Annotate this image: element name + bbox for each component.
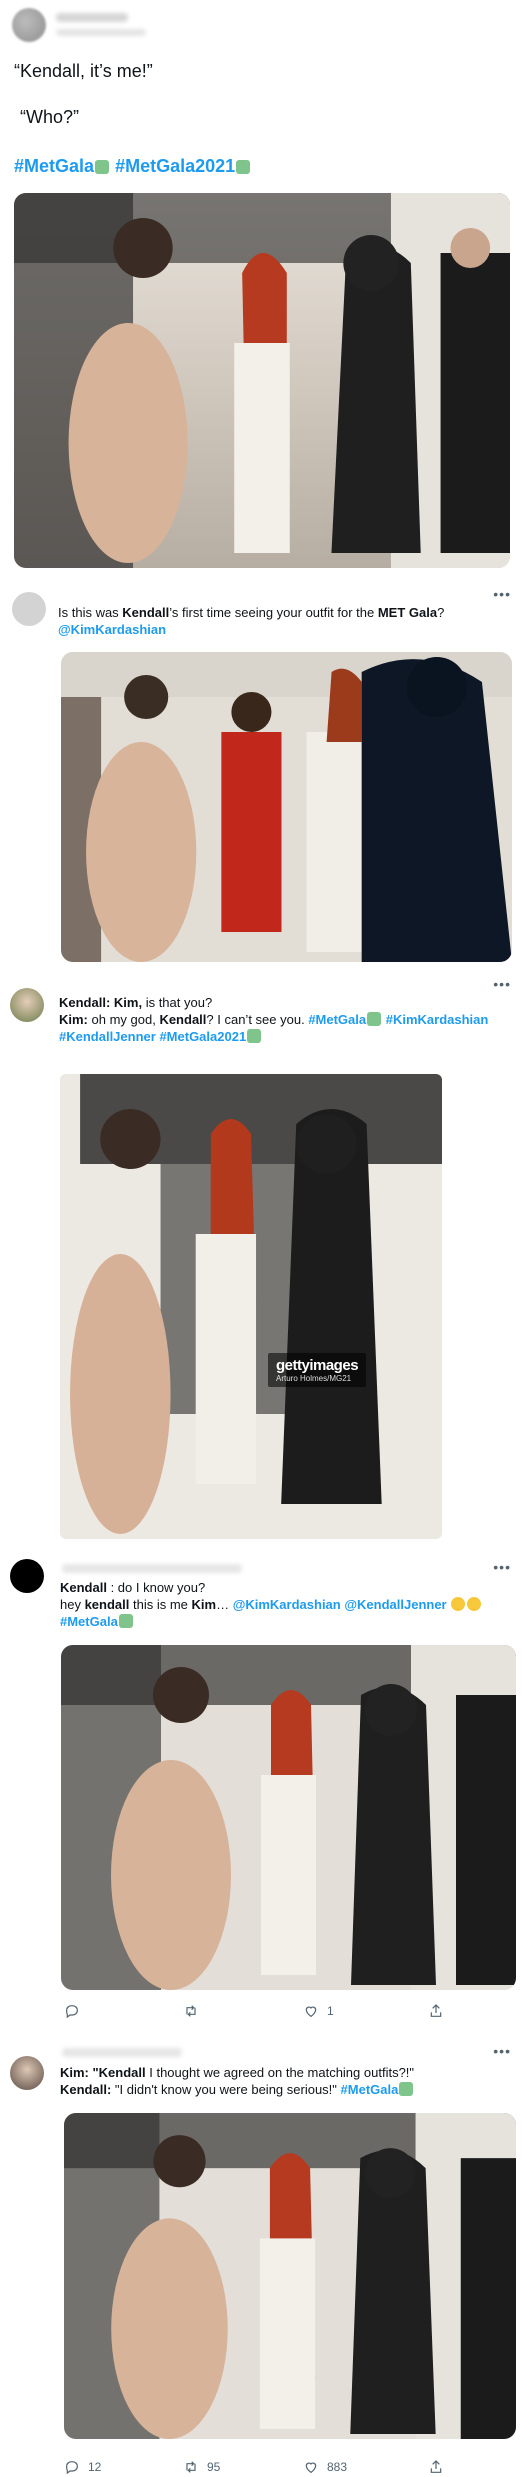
- tweet-line-2: “Who?”: [20, 107, 80, 127]
- retweet-button[interactable]: 95: [183, 2459, 220, 2475]
- met-gala-photo: [64, 2113, 516, 2439]
- tweet-line-1: “Kendall, it’s me!”: [14, 61, 153, 81]
- author-name-blurred[interactable]: [62, 1564, 242, 1573]
- laughing-emoji-icon: [467, 1597, 482, 1611]
- share-icon: [430, 2460, 442, 2473]
- tweet-photo[interactable]: [61, 652, 512, 962]
- money-emoji-icon: [118, 1614, 133, 1628]
- reply-icon: [66, 2005, 78, 2019]
- tweet-text: Kendall: Kim, is that you? Kim: oh my go…: [59, 995, 489, 1044]
- tweet-photo[interactable]: [14, 193, 510, 568]
- tweet-actions: 1: [0, 2003, 525, 2027]
- money-emoji-icon: [399, 2082, 414, 2096]
- tweet-card-3: ••• Kendall: Kim, is that you? Kim: oh m…: [0, 972, 525, 1547]
- like-icon: [305, 2006, 317, 2018]
- hashtag-metgala[interactable]: #MetGala: [308, 1012, 366, 1027]
- like-button[interactable]: 883: [303, 2459, 347, 2475]
- more-icon[interactable]: •••: [493, 2043, 511, 2059]
- more-icon[interactable]: •••: [493, 1559, 511, 1575]
- like-icon: [305, 2462, 317, 2474]
- hashtag-metgala[interactable]: #MetGala: [14, 156, 94, 176]
- tweet-card-2: ••• Is this was Kendall’s first time see…: [0, 582, 525, 972]
- share-button[interactable]: [428, 2003, 444, 2019]
- avatar[interactable]: [10, 988, 44, 1022]
- met-gala-photo: [14, 193, 510, 568]
- met-gala-photo: [61, 1645, 516, 1990]
- reply-button[interactable]: 12: [64, 2459, 101, 2475]
- money-emoji-icon: [236, 160, 251, 174]
- reply-button[interactable]: [64, 2003, 88, 2019]
- tweet-card-5: ••• Kim: "Kendall I thought we agreed on…: [0, 2031, 525, 2477]
- more-icon[interactable]: •••: [493, 976, 511, 992]
- like-button[interactable]: 1: [303, 2003, 334, 2019]
- avatar[interactable]: [10, 1559, 44, 1593]
- tweet-hashtags: #MetGala #MetGala2021: [14, 155, 251, 177]
- hashtag-kimkardashian[interactable]: #KimKardashian: [386, 1012, 489, 1027]
- tweet-actions: 12 95 883: [0, 2459, 525, 2477]
- avatar[interactable]: [12, 592, 46, 626]
- met-gala-photo: [60, 1074, 442, 1539]
- tweet-photo[interactable]: [64, 2113, 516, 2439]
- share-button[interactable]: [428, 2459, 444, 2475]
- money-emoji-icon: [247, 1029, 262, 1043]
- hashtag-metgala2021[interactable]: #MetGala2021: [159, 1029, 246, 1044]
- avatar[interactable]: [12, 8, 46, 42]
- mention-kimkardashian[interactable]: @KimKardashian: [58, 622, 166, 637]
- share-icon: [430, 2004, 442, 2017]
- author-name-blurred[interactable]: [56, 13, 128, 22]
- author-name-blurred[interactable]: [62, 2048, 182, 2057]
- more-icon[interactable]: •••: [493, 586, 511, 602]
- hashtag-metgala[interactable]: #MetGala: [60, 1614, 118, 1629]
- money-emoji-icon: [367, 1012, 382, 1026]
- laughing-emoji-icon: [451, 1597, 466, 1611]
- tweet-text: Kim: "Kendall I thought we agreed on the…: [60, 2065, 415, 2097]
- hashtag-metgala[interactable]: #MetGala: [341, 2082, 399, 2097]
- money-emoji-icon: [95, 160, 110, 174]
- tweet-text: Kendall : do I know you? hey kendall thi…: [60, 1579, 520, 1630]
- met-gala-photo: [61, 652, 512, 962]
- tweet-photo[interactable]: gettyimages Arturo Holmes/MG21: [60, 1074, 442, 1539]
- mention-kimkardashian[interactable]: @KimKardashian: [233, 1597, 341, 1612]
- hashtag-metgala2021[interactable]: #MetGala2021: [115, 156, 235, 176]
- tweet-card-4: ••• Kendall : do I know you? hey kendall…: [0, 1547, 525, 2031]
- tweet-card-1: “Kendall, it’s me!” “Who?” #MetGala #Met…: [0, 0, 525, 582]
- mention-kendalljenner[interactable]: @KendallJenner: [344, 1597, 446, 1612]
- retweet-icon: [186, 2461, 196, 2473]
- getty-watermark: gettyimages Arturo Holmes/MG21: [268, 1353, 367, 1387]
- avatar[interactable]: [10, 2056, 44, 2090]
- tweet-photo[interactable]: [61, 1645, 516, 1990]
- retweet-button[interactable]: [183, 2003, 207, 2019]
- retweet-icon: [186, 2005, 196, 2017]
- hashtag-kendalljenner[interactable]: #KendallJenner: [59, 1029, 156, 1044]
- author-handle-blurred: [56, 29, 146, 36]
- reply-icon: [66, 2461, 78, 2475]
- tweet-text: Is this was Kendall’s first time seeing …: [58, 605, 445, 637]
